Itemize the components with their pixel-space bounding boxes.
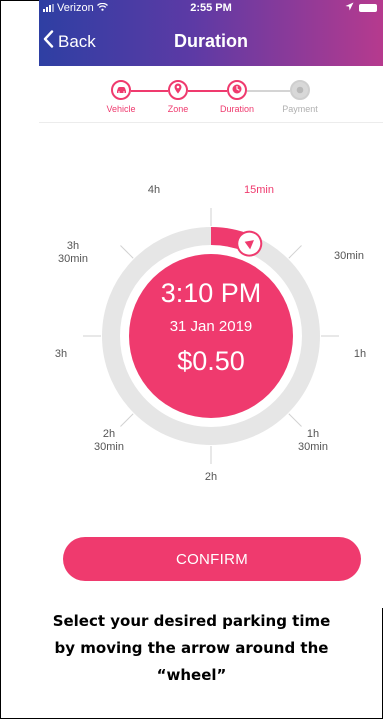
page-title: Duration — [174, 31, 248, 51]
duration-dial: 4h 15min 3h 30min 30min 3h 1h 2h 30min 1… — [39, 176, 383, 496]
dial-label-3h: 3h — [54, 348, 68, 360]
status-bar: Verizon 2:55 PM — [39, 0, 383, 18]
dial-label-4h: 4h — [147, 184, 161, 196]
dial-center-disc — [129, 254, 293, 418]
battery-icon — [359, 4, 377, 12]
confirm-button[interactable]: CONFIRM — [63, 537, 361, 581]
caption-line-3: “wheel” — [156, 666, 227, 684]
step-label-payment: Payment — [282, 104, 318, 114]
step-connector — [188, 90, 227, 92]
step-payment — [290, 80, 310, 100]
dial-label-1h30min-mins: 30min — [298, 441, 328, 453]
dial-label-1h30min-hours: 1h — [306, 428, 320, 440]
caption-line-2: by moving the arrow around the — [54, 639, 329, 657]
dial-label-2h: 2h — [204, 471, 218, 483]
map-pin-icon — [174, 81, 182, 99]
step-vehicle[interactable] — [111, 80, 131, 100]
step-label-duration: Duration — [219, 104, 255, 114]
phone-screen: Verizon 2:55 PM Back Duration Vehicle Zo… — [39, 0, 383, 608]
step-duration[interactable] — [227, 80, 247, 100]
dial-label-2h30min-hours: 2h — [102, 428, 116, 440]
dial-label-15min: 15min — [244, 184, 274, 196]
progress-stepper: Vehicle Zone Duration Payment — [39, 66, 383, 123]
dial-label-3h30min-hours: 3h — [66, 240, 80, 252]
status-time: 2:55 PM — [190, 2, 232, 14]
dial-label-3h30min-mins: 30min — [58, 253, 88, 265]
clock-icon — [232, 81, 242, 99]
step-zone[interactable] — [168, 80, 188, 100]
dial-label-1h: 1h — [353, 348, 367, 360]
car-icon — [116, 81, 127, 99]
dial-tick — [288, 413, 302, 427]
dial-label-2h30min-mins: 30min — [94, 441, 124, 453]
step-connector — [131, 90, 168, 92]
app-header: Verizon 2:55 PM Back Duration — [39, 0, 383, 66]
dial-tick — [120, 413, 134, 427]
nav-bar: Back Duration — [39, 22, 383, 66]
dial-label-2h30min: 2h 30min — [83, 428, 135, 454]
coin-icon — [296, 81, 304, 99]
dial-tick — [288, 245, 302, 259]
status-right — [345, 2, 377, 14]
dial-label-30min: 30min — [334, 250, 364, 262]
step-connector — [247, 90, 290, 92]
dial-label-1h30min: 1h 30min — [287, 428, 339, 454]
dial-tick — [120, 245, 134, 259]
location-icon — [345, 2, 354, 14]
dial-label-3h30min: 3h 30min — [47, 240, 99, 266]
caption-line-1: Select your desired parking time — [52, 612, 331, 630]
instruction-caption: Select your desired parking time by movi… — [0, 608, 383, 689]
